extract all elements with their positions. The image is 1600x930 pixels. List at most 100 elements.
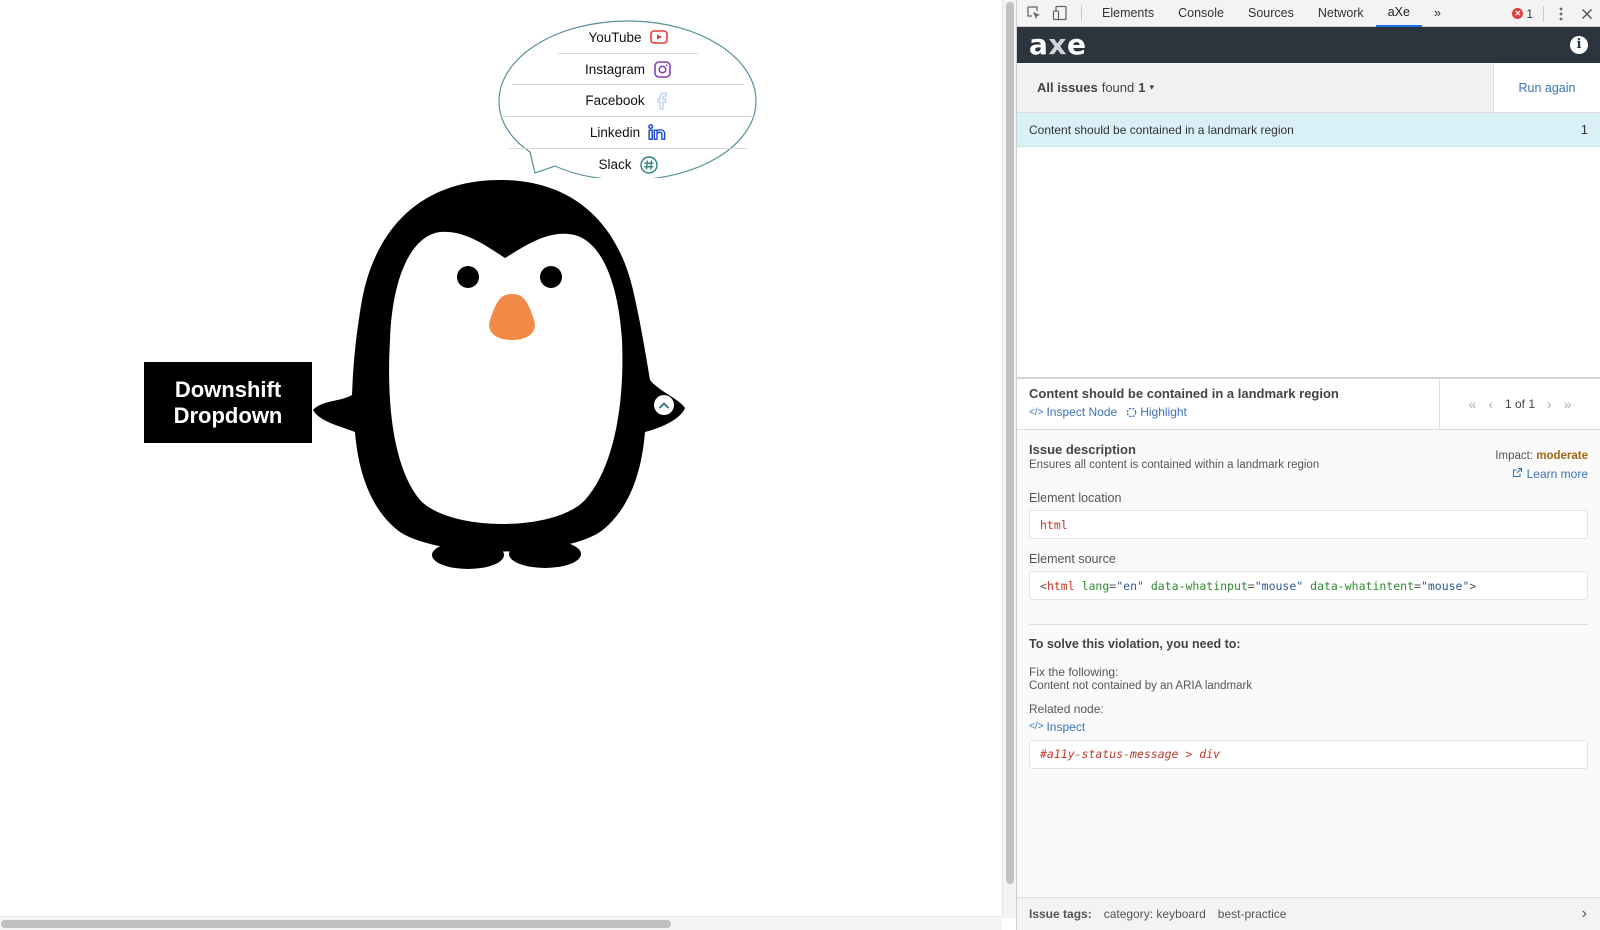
inspect-label: Inspect [1046, 719, 1086, 734]
source-attr-name: data-whatintent [1310, 578, 1414, 593]
error-count: 1 [1526, 6, 1533, 21]
code-icon: </> [1029, 406, 1044, 418]
next-page-button[interactable]: › [1547, 396, 1552, 412]
related-node-box: #a11y-status-message > div [1029, 739, 1588, 769]
impact-info: Impact: moderate Learn more [1495, 450, 1588, 481]
error-count-badge[interactable]: ✕ 1 [1506, 7, 1539, 21]
related-node-label: Related node: [1029, 702, 1104, 716]
menu-item-linkedin[interactable]: Linkedin [508, 117, 748, 149]
issue-list-item[interactable]: Content should be contained in a landmar… [1017, 113, 1600, 147]
penguin-belly [389, 231, 623, 524]
issues-filter-dropdown[interactable]: All issues found 1 ▾ [1017, 63, 1493, 112]
linkedin-icon [648, 123, 666, 141]
issues-filter-middle: found [1101, 80, 1135, 95]
issues-count: 1 [1138, 80, 1146, 95]
element-location-label: Element location [1029, 491, 1122, 505]
inspect-element-icon[interactable] [1021, 0, 1047, 26]
issue-tags-label: Issue tags: [1029, 907, 1092, 921]
tab-axe[interactable]: aXe [1375, 0, 1422, 27]
issue-tags-bar: Issue tags: category: keyboard best-prac… [1017, 897, 1600, 930]
source-attr-value: "mouse" [1254, 578, 1304, 593]
element-source-box: < html lang = "en" data-whatinput = "mouse" d… [1029, 571, 1588, 600]
impact-value: moderate [1536, 450, 1588, 462]
axe-header: axe i [1017, 27, 1600, 63]
menu-item-instagram[interactable]: Instagram [512, 54, 744, 86]
scrollbar-thumb[interactable] [1, 920, 671, 928]
impact-label: Impact: [1495, 450, 1534, 462]
slack-icon [639, 155, 658, 174]
issue-detail-body: Issue description Ensures all content is… [1017, 430, 1600, 930]
tab-network[interactable]: Network [1306, 0, 1376, 27]
source-attr-value: "en" [1116, 578, 1144, 593]
info-icon[interactable]: i [1570, 36, 1588, 54]
learn-more-label: Learn more [1526, 467, 1588, 481]
more-tabs-button[interactable]: » [1422, 0, 1453, 27]
axe-logo: axe [1029, 31, 1086, 59]
section-divider [1029, 624, 1588, 625]
source-attr-value: "mouse" [1420, 578, 1470, 593]
external-link-icon [1513, 467, 1523, 478]
issue-tag: category: keyboard [1103, 907, 1206, 921]
inspect-node-link[interactable]: </> Inspect Node [1029, 405, 1117, 419]
menu-item-youtube[interactable]: YouTube [558, 22, 698, 54]
highlight-link[interactable]: Highlight [1126, 405, 1187, 419]
logo-x: x [1048, 28, 1067, 61]
tab-sources[interactable]: Sources [1236, 0, 1306, 27]
toolbar-separator [1543, 5, 1544, 22]
menu-item-label: Facebook [585, 93, 645, 109]
devtools-toolbar: Elements Console Sources Network aXe » ✕… [1017, 0, 1600, 27]
learn-more-link[interactable]: Learn more [1495, 467, 1588, 481]
source-open: < [1040, 578, 1047, 593]
element-location-value: html [1040, 517, 1068, 532]
menu-item-facebook[interactable]: Facebook [500, 85, 756, 118]
devtools-panel: Elements Console Sources Network aXe » ✕… [1016, 0, 1600, 930]
chevron-up-icon [659, 402, 669, 409]
page-viewport: Downshift Dropdown YouTube Instagram Fac… [0, 0, 1016, 930]
label-line-2: Dropdown [173, 402, 283, 428]
menu-item-label: Linkedin [589, 124, 641, 140]
page-vertical-scrollbar[interactable] [1002, 0, 1016, 918]
solve-title: To solve this violation, you need to: [1029, 637, 1241, 651]
scrollbar-thumb[interactable] [1006, 2, 1014, 884]
close-icon[interactable] [1574, 1, 1600, 27]
error-icon: ✕ [1512, 8, 1524, 19]
prev-page-button[interactable]: ‹ [1488, 396, 1493, 412]
instagram-icon [653, 60, 671, 78]
penguin-right-eye [540, 266, 562, 288]
kebab-menu-icon[interactable] [1548, 1, 1574, 27]
logo-a: a [1029, 28, 1049, 61]
first-page-button[interactable]: « [1469, 396, 1477, 412]
related-node-value: #a11y-status-message > div [1040, 747, 1221, 761]
issue-title: Content should be contained in a landmar… [1029, 122, 1294, 137]
source-attr-name: lang [1081, 578, 1110, 593]
source-close: > [1469, 578, 1477, 593]
chevron-right-icon[interactable]: › [1582, 905, 1587, 923]
social-dropdown-menu: YouTube Instagram Facebook Linkedin Slac… [500, 22, 756, 180]
element-location-box: html [1029, 510, 1588, 539]
device-toolbar-icon[interactable] [1047, 0, 1073, 26]
dropdown-toggle-button[interactable] [654, 395, 674, 415]
menu-item-label: Instagram [584, 61, 646, 77]
issue-count: 1 [1580, 122, 1588, 137]
run-again-button[interactable]: Run again [1493, 63, 1600, 112]
issue-list-empty-area [1017, 147, 1600, 379]
logo-e: e [1066, 28, 1087, 61]
tab-elements[interactable]: Elements [1090, 0, 1166, 27]
pager-text: 1 of 1 [1504, 397, 1536, 411]
issue-detail-header: Content should be contained in a landmar… [1017, 379, 1600, 430]
toolbar-separator [1081, 5, 1082, 21]
inspect-link[interactable]: </> Inspect [1029, 720, 1085, 734]
fix-text: Content not contained by an ARIA landmar… [1029, 680, 1253, 692]
last-page-button[interactable]: » [1564, 396, 1572, 412]
caret-down-icon: ▾ [1149, 82, 1155, 92]
tab-console[interactable]: Console [1166, 0, 1236, 27]
page-horizontal-scrollbar[interactable] [0, 916, 1002, 930]
menu-item-label: Slack [598, 157, 632, 173]
highlight-label: Highlight [1140, 405, 1187, 419]
issues-filter-prefix: All issues [1037, 80, 1098, 95]
menu-item-slack[interactable]: Slack [540, 149, 716, 181]
issues-bar: All issues found 1 ▾ Run again [1017, 63, 1600, 113]
downshift-dropdown-label: Downshift Dropdown [144, 362, 312, 443]
penguin-left-eye [457, 266, 479, 288]
penguin-illustration [313, 180, 685, 569]
